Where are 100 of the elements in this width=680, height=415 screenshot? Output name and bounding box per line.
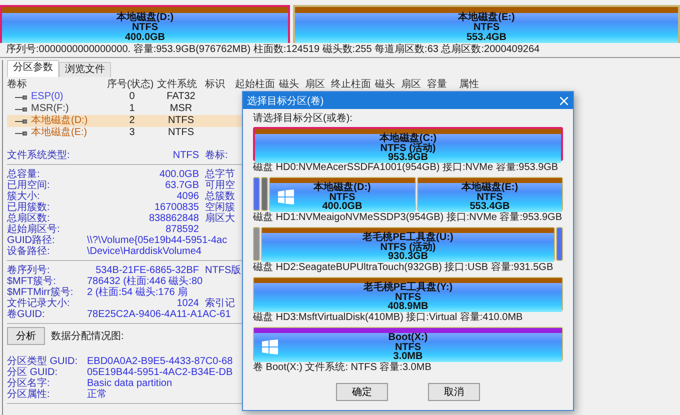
- field-label: GUID路径:: [7, 235, 56, 246]
- field-value: 78E25C2A-9406-4A11-A1AC-61: [87, 309, 232, 320]
- volume-name: ESP(0): [31, 91, 64, 103]
- filesystem-label: NTFS (活动): [380, 242, 436, 252]
- column-header: 序号(状态): [107, 79, 155, 91]
- size-label: 3.0MB: [393, 352, 423, 362]
- field-label: 总字节: [204, 169, 236, 180]
- tab[interactable]: 浏览文件: [59, 62, 111, 77]
- field-label: 总簇数: [204, 191, 236, 202]
- dialog-prompt: 请选择目标分区(或卷):: [253, 112, 354, 125]
- small-partition[interactable]: [556, 227, 563, 261]
- column-header: 扇区: [401, 79, 422, 91]
- column-header: 磁头: [375, 79, 396, 91]
- column-header: 起始柱面: [235, 79, 276, 91]
- field-label: 卷序列号:: [7, 265, 51, 276]
- partition-label: 本地磁盘(C:): [379, 134, 437, 144]
- dialog-title: 选择目标分区(卷): [247, 94, 324, 108]
- partition-label: 老毛桃PE工具盘(U:): [362, 233, 454, 242]
- partition-row[interactable]: 本地磁盘(E:) 3 NTFS: [7, 127, 243, 139]
- volume-name: 本地磁盘(D:): [31, 115, 88, 126]
- drive-icon: [15, 130, 27, 136]
- small-partition[interactable]: [253, 177, 260, 211]
- partition-block[interactable]: 本地磁盘(C:) NTFS (活动) 953.9GB: [253, 127, 563, 161]
- size-label: 400.0GB: [124, 33, 166, 43]
- disk-caption: 磁盘 HD2:SeagateBUPUltraTouch(932GB) 接口:USB 容量:931.5GB: [253, 262, 554, 273]
- partition-row[interactable]: ESP(0) 0 FAT32: [7, 91, 243, 103]
- field-value: EBD0A0A2-B9E5-4433-87C0-68: [87, 356, 234, 367]
- windows-logo-icon: [278, 190, 294, 205]
- disk-caption: 磁盘 HD1:NVMeaigoNVMeSSDP3(954GB) 接口:NVMe 容量:953.9GB: [253, 212, 563, 223]
- partition-block[interactable]: 老毛桃PE工具盘(Y:) NTFS 408.9MB: [253, 277, 563, 311]
- field-value: 正常: [87, 389, 108, 400]
- field-value: 838862848: [148, 213, 199, 224]
- field-label: 卷GUID:: [7, 309, 46, 320]
- field-label: 簇大小:: [7, 191, 41, 202]
- partition-block[interactable]: 本地磁盘(D:) NTFS 400.0GB: [0, 5, 290, 43]
- field-label: 分区类型 GUID:: [7, 356, 79, 367]
- small-partition[interactable]: [261, 177, 268, 211]
- column-header: 标识: [205, 79, 226, 91]
- column-header: 文件系统: [157, 79, 198, 91]
- filesystem-label: NTFS: [473, 23, 500, 33]
- filesystem-label: NTFS: [132, 23, 158, 33]
- disk-caption: 卷 Boot(X:) 文件系统: NTFS 容量:3.0MB: [253, 362, 432, 373]
- partition-row[interactable]: 本地磁盘(D:) 2 NTFS: [7, 115, 243, 127]
- field-label: 索引记: [204, 298, 236, 309]
- table-cell-text: FAT32: [166, 91, 196, 103]
- filesystem-label: NTFS: [329, 192, 356, 202]
- partition-label: 老毛桃PE工具盘(Y:): [363, 283, 453, 292]
- partition-block[interactable]: 本地磁盘(E:) NTFS 553.4GB: [293, 5, 680, 43]
- size-label: 553.4GB: [466, 33, 507, 43]
- partition-label: 本地磁盘(D:): [314, 183, 371, 192]
- chart-label: 数据分配情况图:: [51, 330, 124, 343]
- partition-label: Boot(X:): [388, 333, 428, 342]
- tab[interactable]: 分区参数: [7, 60, 59, 77]
- field-label: 文件记录大小:: [7, 298, 71, 309]
- table-cell-text: 0: [128, 91, 136, 103]
- field-label: 已用空间:: [7, 180, 51, 191]
- filesystem-label: NTFS (活动): [380, 144, 436, 153]
- size-label: 408.9MB: [388, 302, 428, 312]
- dialog-button[interactable]: 确定: [336, 383, 388, 401]
- column-header: 容量: [427, 79, 448, 91]
- small-partition[interactable]: [253, 227, 260, 261]
- filesystem-label: NTFS: [394, 342, 422, 352]
- field-value: 878592: [164, 224, 199, 235]
- field-label: 总扇区数:: [7, 213, 51, 224]
- partition-label: 本地磁盘(E:): [461, 183, 518, 192]
- field-value: 63.7GB: [164, 180, 199, 191]
- field-label: $MFTMirr簇号:: [7, 287, 74, 298]
- dialog-button[interactable]: 取消: [428, 383, 480, 401]
- partition-block[interactable]: 本地磁盘(E:) NTFS 553.4GB: [416, 177, 563, 211]
- partition-row[interactable]: MSR(F:) 1 MSR: [7, 103, 243, 115]
- analyze-button[interactable]: 分析: [7, 327, 45, 345]
- column-header: 扇区: [305, 79, 326, 91]
- field-label: 起始扇区号:: [7, 224, 61, 235]
- field-value: 1024: [176, 298, 199, 309]
- field-label: 扇区大: [204, 213, 236, 224]
- field-label: 分区名字:: [7, 378, 51, 389]
- field-value: Basic data partition: [87, 378, 174, 389]
- column-header: 磁头: [279, 79, 300, 91]
- table-cell-text: MSR: [168, 103, 194, 115]
- partition-block[interactable]: Boot(X:) NTFS 3.0MB: [253, 327, 563, 361]
- column-header: 属性: [459, 79, 480, 91]
- partition-block[interactable]: 老毛桃PE工具盘(U:) NTFS (活动) 930.3GB: [261, 227, 555, 261]
- drive-icon: [15, 118, 27, 124]
- close-icon: [560, 96, 568, 104]
- field-label: 分区属性:: [7, 389, 51, 400]
- volume-name: MSR(F:): [31, 103, 69, 114]
- disk-caption: 磁盘 HD3:MsftVirtualDisk(410MB) 接口:Virtual 容量:410.0MB: [253, 312, 524, 323]
- field-label: 已用簇数:: [7, 202, 51, 213]
- table-cell-text: 1: [128, 103, 136, 115]
- field-value: \Device\HarddiskVolume4: [87, 246, 202, 257]
- field-value: 4096: [176, 191, 199, 202]
- filesystem-label: NTFS: [394, 292, 422, 302]
- volume-name: 本地磁盘(E:): [31, 127, 88, 139]
- field-label: 可用空: [204, 180, 236, 191]
- field-value: 16700835: [154, 202, 199, 213]
- field-value: NTFS: [172, 150, 199, 161]
- table-cell-text: 3: [128, 127, 136, 139]
- partition-label: 本地磁盘(E:): [458, 13, 515, 23]
- partition-block[interactable]: 本地磁盘(D:) NTFS 400.0GB: [269, 177, 416, 211]
- field-label: NTFS版: [204, 265, 239, 276]
